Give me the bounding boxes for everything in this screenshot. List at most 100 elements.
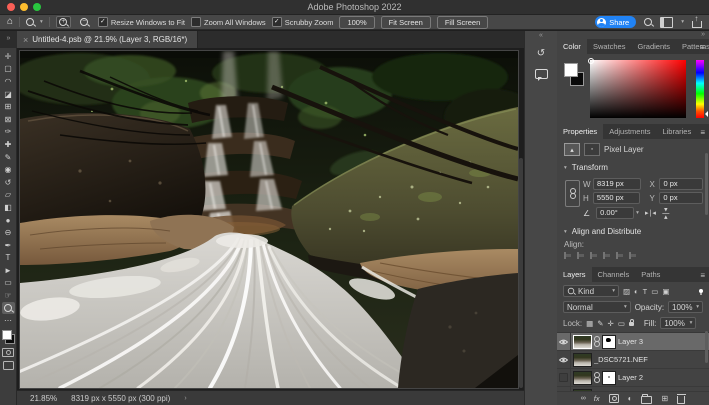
layer-row-layer-2[interactable]: Layer 2 — [557, 369, 709, 387]
panel-menu-icon[interactable]: ≡ — [700, 128, 705, 137]
layer-mask-thumbnail[interactable] — [603, 336, 615, 348]
chevron-down-icon[interactable]: ▾ — [40, 19, 43, 25]
zoom-window-button[interactable] — [33, 3, 41, 11]
mask-link-icon[interactable] — [594, 337, 600, 347]
layer-name[interactable]: Layer 2 — [618, 373, 643, 382]
eraser-tool[interactable]: ▱ — [2, 189, 15, 202]
layer-name[interactable]: Layer 3 — [618, 337, 643, 346]
layer-name[interactable]: _DSC5721.NEF — [594, 355, 648, 364]
gradient-tool[interactable]: ◧ — [2, 201, 15, 214]
canvas-area[interactable] — [17, 48, 524, 390]
checkbox[interactable]: ✓ — [98, 17, 108, 27]
zoom-100-button[interactable]: 100% — [339, 16, 374, 29]
blur-tool[interactable]: ● — [2, 214, 15, 227]
tab-color[interactable]: Color — [557, 39, 587, 54]
eyedropper-tool[interactable]: ✑ — [2, 126, 15, 139]
mask-link-icon[interactable] — [594, 373, 600, 383]
resize-windows-checkbox[interactable]: ✓ Resize Windows to Fit — [98, 17, 185, 27]
type-tool[interactable]: T — [2, 252, 15, 265]
search-icon[interactable] — [644, 18, 652, 26]
zoom-tool-icon[interactable] — [26, 18, 34, 26]
zoom-out-button[interactable]: − — [77, 16, 92, 28]
visibility-toggle[interactable] — [557, 333, 571, 350]
link-dimensions-icon[interactable] — [565, 180, 580, 207]
tab-channels[interactable]: Channels — [592, 267, 636, 282]
tab-swatches[interactable]: Swatches — [587, 39, 632, 54]
add-layer-mask-icon[interactable] — [609, 394, 619, 403]
checkbox[interactable]: ✓ — [272, 17, 282, 27]
tab-gradients[interactable]: Gradients — [631, 39, 676, 54]
comments-panel-icon[interactable] — [531, 66, 551, 81]
delete-layer-icon[interactable] — [677, 396, 685, 404]
panels-collapse-icon[interactable]: » — [701, 31, 705, 38]
filter-smart-objects-icon[interactable]: ▣ — [662, 287, 669, 296]
lock-all-icon[interactable] — [629, 322, 634, 327]
tab-properties[interactable]: Properties — [557, 124, 603, 139]
tab-libraries[interactable]: Libraries — [656, 124, 697, 139]
rectangle-tool[interactable]: ▭ — [2, 277, 15, 290]
flip-horizontal-icon[interactable]: ▸❘◂ — [645, 209, 655, 217]
x-field[interactable]: 0 px — [659, 178, 703, 190]
tab-paths[interactable]: Paths — [635, 267, 666, 282]
rotate-field[interactable]: 0.00° ▾ — [596, 207, 639, 219]
properties-scrollbar[interactable] — [705, 153, 708, 215]
dodge-tool[interactable]: ⊖ — [2, 226, 15, 239]
foreground-color-swatch[interactable] — [564, 63, 578, 77]
lock-transparency-icon[interactable]: ▦ — [586, 319, 593, 328]
chevron-down-icon[interactable]: ▾ — [636, 210, 639, 216]
home-icon[interactable]: ⌂ — [7, 17, 13, 27]
canvas-vertical-scrollbar[interactable] — [519, 158, 523, 388]
tab-adjustments[interactable]: Adjustments — [603, 124, 656, 139]
layer-thumbnail[interactable] — [574, 372, 591, 384]
filter-type-layers-icon[interactable]: T — [643, 287, 648, 296]
quick-mask-icon[interactable] — [2, 348, 14, 357]
layers-scrollbar[interactable] — [705, 331, 708, 363]
lock-pixels-icon[interactable]: ✎ — [597, 319, 603, 328]
align-middle-icon[interactable] — [616, 252, 623, 259]
transform-section-header[interactable]: ▾ Transform — [557, 159, 709, 174]
hue-slider-handle[interactable] — [702, 111, 708, 117]
dock-collapse-icon[interactable]: « — [525, 31, 557, 41]
tab-layers[interactable]: Layers — [557, 267, 592, 282]
zoom-all-windows-checkbox[interactable]: Zoom All Windows — [191, 17, 266, 27]
export-icon[interactable] — [692, 21, 702, 28]
opacity-dropdown[interactable]: 100% ▾ — [668, 301, 703, 313]
history-panel-icon[interactable]: ↺ — [531, 46, 551, 61]
width-field[interactable]: 8319 px — [593, 178, 641, 190]
flip-vertical-icon[interactable]: ▸❘◂ — [662, 208, 670, 218]
object-selection-tool[interactable]: ◪ — [2, 88, 15, 101]
chevron-down-icon[interactable]: ▾ — [681, 19, 684, 25]
frame-tool[interactable]: ⊠ — [2, 113, 15, 126]
visibility-toggle[interactable] — [557, 351, 571, 368]
scrubby-zoom-checkbox[interactable]: ✓ Scrubby Zoom — [272, 17, 334, 27]
align-top-icon[interactable] — [603, 252, 610, 259]
foreground-background-colors[interactable] — [2, 330, 15, 344]
filter-shape-layers-icon[interactable]: ▭ — [651, 287, 658, 296]
edit-toolbar-icon[interactable]: ⋯ — [2, 314, 15, 327]
clone-stamp-tool[interactable]: ◉ — [2, 163, 15, 176]
align-section-header[interactable]: ▾ Align and Distribute — [557, 223, 709, 238]
crop-tool[interactable]: ⊞ — [2, 100, 15, 113]
saturation-field[interactable] — [590, 60, 686, 118]
layer-mask-thumbnail[interactable] — [603, 372, 615, 384]
fit-screen-button[interactable]: Fit Screen — [381, 16, 431, 29]
zoom-tool[interactable] — [2, 302, 15, 315]
brush-tool[interactable]: ✎ — [2, 151, 15, 164]
hand-tool[interactable]: ☞ — [2, 289, 15, 302]
panel-menu-icon[interactable]: ≡ — [700, 271, 705, 280]
close-window-button[interactable] — [7, 3, 15, 11]
y-field[interactable]: 0 px — [659, 192, 703, 204]
fill-dropdown[interactable]: 100% ▾ — [660, 317, 696, 329]
hue-slider[interactable] — [696, 60, 704, 118]
lock-position-icon[interactable]: ✛ — [608, 319, 614, 328]
new-group-icon[interactable] — [641, 396, 652, 404]
close-tab-icon[interactable]: × — [23, 35, 28, 45]
align-left-icon[interactable] — [564, 252, 571, 259]
zoom-level-field[interactable]: 21.85% — [30, 394, 57, 403]
canvas-image[interactable] — [20, 51, 518, 388]
panel-menu-icon[interactable]: ≡ — [700, 43, 705, 52]
lock-artboard-icon[interactable]: ▭ — [618, 319, 625, 328]
pen-tool[interactable]: ✒ — [2, 239, 15, 252]
document-tab[interactable]: × Untitled-4.psb @ 21.9% (Layer 3, RGB/1… — [17, 31, 198, 48]
filter-adjustment-layers-icon[interactable]: ◐ — [634, 287, 639, 296]
